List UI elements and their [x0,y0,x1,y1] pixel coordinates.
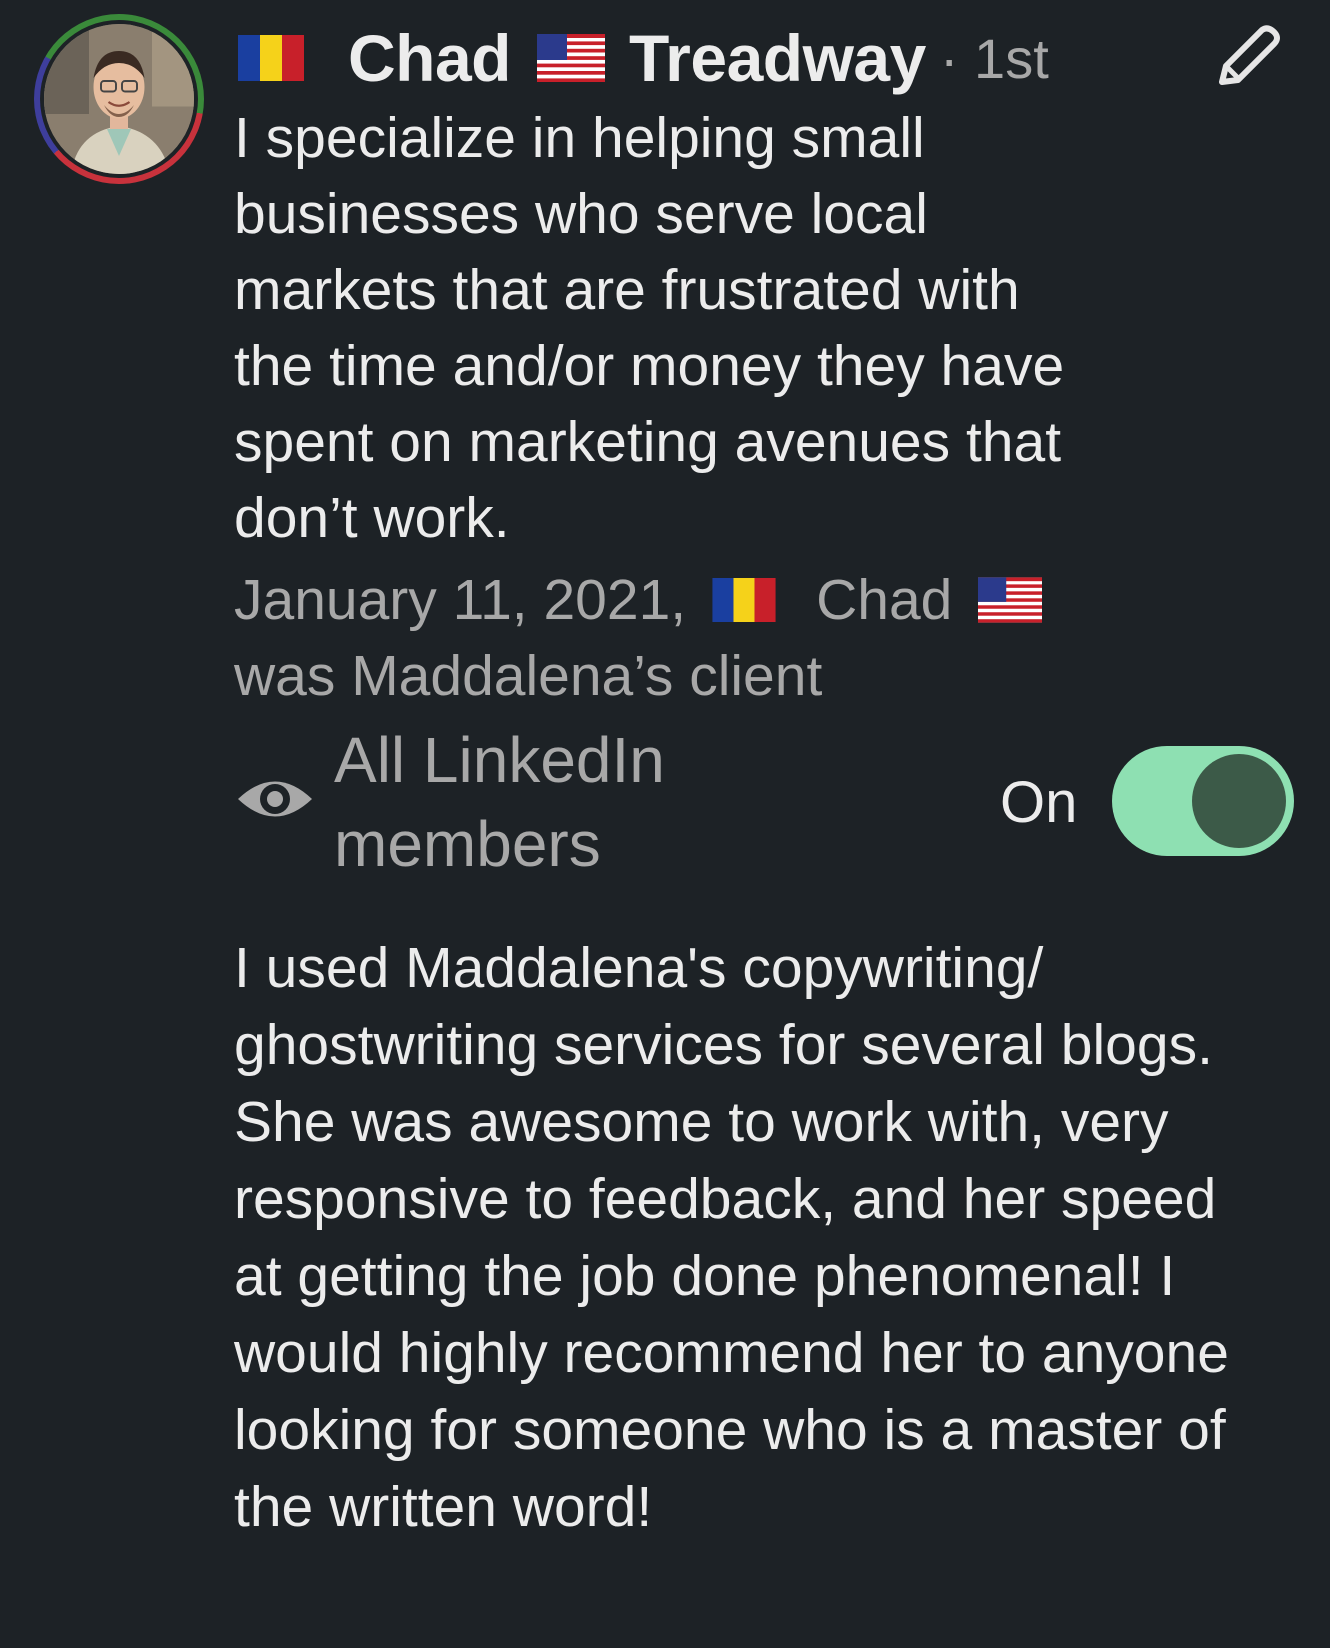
us-flag-icon [978,577,1043,623]
romania-flag-icon [238,35,304,81]
profile-avatar[interactable] [34,14,204,184]
toggle-status-text: On [1000,770,1078,835]
visibility-label: All LinkedIn members [334,724,665,880]
recommendation-meta: January 11, 2021, Chad was Maddalena’s c… [234,562,1154,714]
us-flag-icon [537,34,605,82]
pencil-icon[interactable] [1204,18,1284,98]
recommender-first-name[interactable]: Chad [348,20,512,96]
romania-flag-icon [712,578,776,622]
avatar-photo [44,24,194,174]
recommender-headline: I specialize in helping small businesses… [234,106,1065,550]
recommendation-date: January 11, 2021, [234,568,687,632]
visibility-toggle[interactable] [1112,746,1294,856]
toggle-knob[interactable] [1192,754,1286,848]
person-photo-icon [44,24,194,174]
relationship-text: was Maddalena’s client [234,644,823,708]
visibility-setting: All LinkedIn members On [234,718,1294,890]
recommender-name-row[interactable]: Chad Treadway · 1st [238,18,1049,98]
connection-degree: · 1st [939,26,1049,90]
recommender-last-name[interactable]: Treadway [629,20,926,96]
recommendation-text: I used Maddalena's copywriting/ ghostwri… [234,936,1229,1539]
meta-name: Chad [816,568,953,632]
eye-icon [238,781,312,817]
